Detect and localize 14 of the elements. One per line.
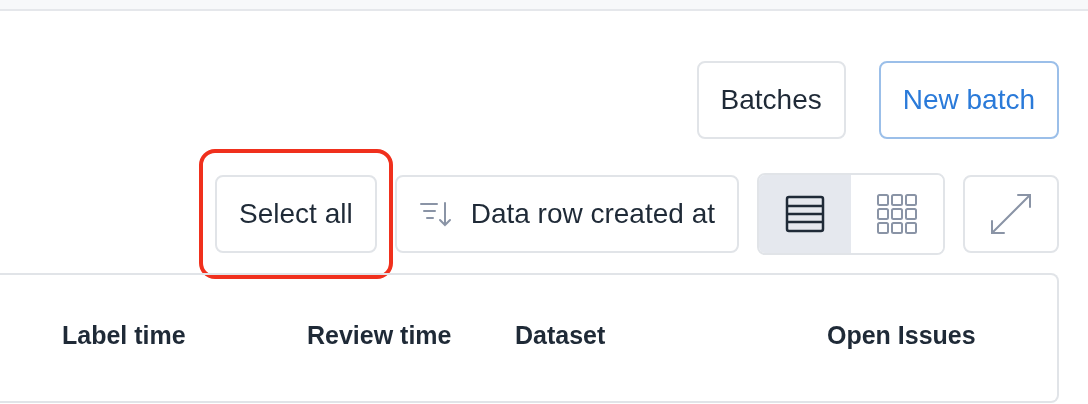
column-header: Open Issues bbox=[827, 321, 976, 350]
column-header: Review time bbox=[307, 321, 452, 350]
expand-icon bbox=[988, 191, 1034, 237]
batches-button[interactable]: Batches bbox=[696, 61, 846, 139]
grid-view-icon bbox=[876, 193, 918, 235]
list-view-button[interactable] bbox=[759, 175, 851, 253]
expand-button[interactable] bbox=[963, 175, 1059, 253]
sort-button[interactable]: Data row created at bbox=[394, 175, 739, 253]
sort-icon bbox=[418, 199, 453, 229]
column-header: Dataset bbox=[515, 321, 606, 350]
column-header: Label time bbox=[62, 321, 186, 350]
select-all-button[interactable]: Select all bbox=[215, 175, 377, 253]
list-view-icon bbox=[785, 195, 825, 233]
new-batch-button[interactable]: New batch bbox=[878, 61, 1059, 139]
